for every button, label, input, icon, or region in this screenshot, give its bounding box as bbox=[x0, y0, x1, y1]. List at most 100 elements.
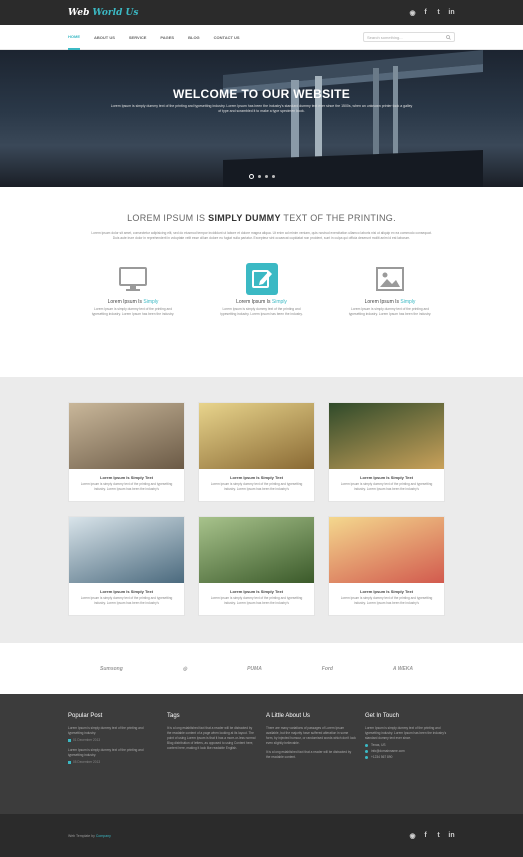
footer: Popular Post Lorem Ipsum is simply dummy… bbox=[0, 694, 523, 814]
hero-text: Lorem Ipsum is simply dummy text of the … bbox=[110, 104, 413, 113]
card-image[interactable] bbox=[329, 517, 444, 583]
footer-heading: Popular Post bbox=[68, 713, 103, 719]
phone-line: +1234 567 890 bbox=[365, 755, 455, 759]
about-text: There are many variations of passages of… bbox=[266, 726, 356, 745]
post-link[interactable]: Lorem Ipsum is simply dummy text of the … bbox=[68, 748, 158, 758]
heading-pre: LOREM IPSUM IS bbox=[127, 213, 206, 223]
slider-dot[interactable] bbox=[257, 175, 261, 178]
intro-lead: Lorem ipsum dolor sit amet, consectetur … bbox=[91, 231, 432, 240]
slider-dot[interactable] bbox=[264, 175, 268, 178]
feature-title: Lorem Ipsum Is Simply bbox=[107, 299, 159, 305]
client-logo[interactable]: ◎ bbox=[183, 666, 187, 672]
main-nav: HOME ABOUT US SERVICE PAGES BLOG CONTACT… bbox=[0, 25, 523, 50]
logo-word-1: Web bbox=[68, 7, 90, 18]
location-icon bbox=[365, 743, 368, 747]
search-placeholder: Search something... bbox=[367, 34, 403, 40]
facebook-icon[interactable]: f bbox=[422, 9, 429, 17]
post-date: 01 December 2013 bbox=[68, 738, 158, 742]
client-logo[interactable]: Sumsong bbox=[100, 666, 123, 672]
edit-icon bbox=[245, 263, 278, 295]
post-date: 05 December 2013 bbox=[68, 760, 158, 764]
footer-social-links: ◉ f t in bbox=[409, 832, 455, 840]
nav-blog[interactable]: BLOG bbox=[188, 25, 200, 50]
twitter-icon[interactable]: t bbox=[435, 832, 442, 840]
portfolio-card[interactable]: Lorem Ipsum Is Simply Text Lorem ipsum is… bbox=[68, 402, 185, 502]
card-image[interactable] bbox=[69, 403, 184, 469]
footer-heading: Get In Touch bbox=[365, 713, 399, 719]
feature-title: Lorem Ipsum Is Simply bbox=[364, 299, 416, 305]
heading-bold: SIMPLY DUMMY bbox=[208, 213, 281, 223]
card-desc: Lorem ipsum is simply dummy text of the … bbox=[340, 596, 433, 605]
slider-dot[interactable] bbox=[271, 175, 275, 178]
nav-pages[interactable]: PAGES bbox=[160, 25, 174, 50]
features: Lorem Ipsum Is Simply Lorem Ipsum is sim… bbox=[0, 263, 523, 317]
logo-word-3: Us bbox=[125, 7, 139, 18]
card-desc: Lorem ipsum is simply dummy text of the … bbox=[80, 482, 173, 491]
card-desc: Lorem ipsum is simply dummy text of the … bbox=[340, 482, 433, 491]
feature-desc: Lorem Ipsum is simply dummy text of the … bbox=[348, 307, 432, 316]
portfolio-gallery: Lorem Ipsum Is Simply Text Lorem ipsum is… bbox=[0, 377, 523, 643]
intro-section: LOREM IPSUM IS SIMPLY DUMMY TEXT OF THE … bbox=[0, 187, 523, 377]
nav-about-us[interactable]: ABOUT US bbox=[94, 25, 115, 50]
portfolio-card[interactable]: Lorem Ipsum Is Simply Text Lorem ipsum is… bbox=[198, 516, 315, 616]
facebook-icon[interactable]: f bbox=[422, 832, 429, 840]
portfolio-card[interactable]: Lorem Ipsum Is Simply Text Lorem ipsum is… bbox=[68, 516, 185, 616]
client-logos: Sumsong ◎ PUMA Ford A WEKA bbox=[0, 643, 523, 694]
client-logo[interactable]: PUMA bbox=[247, 666, 262, 672]
client-logo[interactable]: A WEKA bbox=[393, 666, 413, 672]
portfolio-card[interactable]: Lorem Ipsum Is Simply Text Lorem ipsum is… bbox=[198, 402, 315, 502]
feature-item: Lorem Ipsum Is Simply Lorem Ipsum is sim… bbox=[217, 263, 307, 317]
linkedin-icon[interactable]: in bbox=[448, 9, 455, 17]
phone-icon bbox=[365, 755, 368, 759]
email-line[interactable]: info@domainname.com bbox=[365, 749, 455, 753]
footer-about: A Little About Us There are many variati… bbox=[266, 713, 356, 814]
footer-contact: Get In Touch Lorem Ipsum is simply dummy… bbox=[365, 713, 455, 814]
nav-home[interactable]: HOME bbox=[68, 25, 80, 50]
hero-title: WELCOME TO OUR WEBSITE bbox=[172, 87, 351, 101]
nav-contact-us[interactable]: CONTACT US bbox=[214, 25, 240, 50]
rss-icon[interactable]: ◉ bbox=[409, 9, 416, 17]
monitor-icon bbox=[117, 263, 149, 295]
mail-icon bbox=[365, 749, 368, 753]
linkedin-icon[interactable]: in bbox=[448, 832, 455, 840]
card-desc: Lorem ipsum is simply dummy text of the … bbox=[80, 596, 173, 605]
hero-bridge-image bbox=[223, 50, 483, 187]
tags-cloud[interactable]: It is a long established fact that a rea… bbox=[167, 726, 257, 751]
image-icon bbox=[374, 263, 406, 295]
footer-heading: Tags bbox=[167, 713, 180, 719]
slider-dot[interactable] bbox=[248, 174, 254, 179]
intro-heading: LOREM IPSUM IS SIMPLY DUMMY TEXT OF THE … bbox=[0, 213, 523, 223]
copyright-link[interactable]: Company bbox=[96, 834, 111, 838]
client-logo[interactable]: Ford bbox=[322, 666, 333, 672]
portfolio-card[interactable]: Lorem Ipsum Is Simply Text Lorem ipsum is… bbox=[328, 402, 445, 502]
feature-desc: Lorem Ipsum is simply dummy text of the … bbox=[91, 307, 175, 316]
logo-word-2: World bbox=[92, 7, 123, 18]
footer-popular-posts: Popular Post Lorem Ipsum is simply dummy… bbox=[68, 713, 158, 814]
slider-dots bbox=[0, 174, 523, 179]
site-logo[interactable]: Web World Us bbox=[68, 8, 138, 18]
feature-title: Lorem Ipsum Is Simply bbox=[236, 299, 287, 305]
rss-icon[interactable]: ◉ bbox=[409, 832, 416, 840]
top-bar: Web World Us ◉ f t in bbox=[0, 0, 523, 25]
hero-slider: WELCOME TO OUR WEBSITE Lorem Ipsum is si… bbox=[0, 50, 523, 187]
about-text: It is a long established fact that a rea… bbox=[266, 750, 352, 759]
card-image[interactable] bbox=[199, 403, 314, 469]
portfolio-card[interactable]: Lorem Ipsum Is Simply Text Lorem ipsum is… bbox=[328, 516, 445, 616]
bottom-bar: Web Template by Company ◉ f t in bbox=[0, 814, 523, 857]
feature-item: Lorem Ipsum Is Simply Lorem Ipsum is sim… bbox=[345, 263, 435, 317]
contact-text: Lorem Ipsum is simply dummy text of the … bbox=[365, 726, 447, 740]
search-icon[interactable] bbox=[446, 34, 451, 40]
social-links: ◉ f t in bbox=[409, 9, 455, 17]
copyright: Web Template by Company bbox=[68, 833, 111, 838]
heading-post: TEXT OF THE PRINTING. bbox=[283, 213, 396, 223]
card-image[interactable] bbox=[199, 517, 314, 583]
card-desc: Lorem ipsum is simply dummy text of the … bbox=[210, 596, 303, 605]
search-input[interactable]: Search something... bbox=[363, 32, 455, 42]
address-line: Texas, US bbox=[365, 743, 455, 747]
post-link[interactable]: Lorem Ipsum is simply dummy text of the … bbox=[68, 726, 158, 736]
feature-desc: Lorem Ipsum is simply dummy text of the … bbox=[220, 307, 303, 316]
nav-service[interactable]: SERVICE bbox=[129, 25, 147, 50]
card-image[interactable] bbox=[69, 517, 184, 583]
card-image[interactable] bbox=[329, 403, 444, 469]
twitter-icon[interactable]: t bbox=[435, 9, 442, 17]
